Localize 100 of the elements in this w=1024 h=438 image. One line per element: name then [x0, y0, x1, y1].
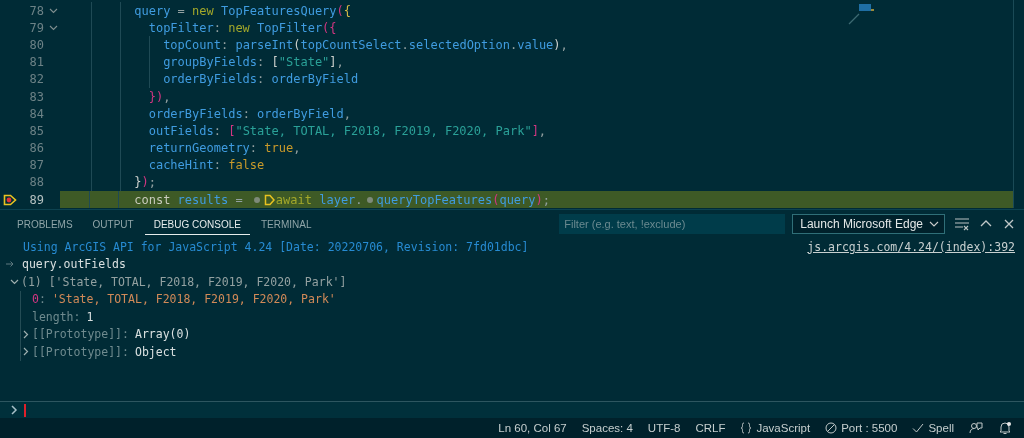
console-input-field[interactable] — [0, 401, 1024, 418]
code-token: groupByFields — [162, 55, 258, 70]
status-item[interactable]: Spaces: 4 — [581, 422, 633, 434]
code-token: orderByFields — [162, 72, 258, 87]
property-value: 1 — [86, 309, 94, 324]
code-token: new — [192, 3, 215, 18]
line-number: 80 — [28, 37, 44, 52]
console-message: Using ArcGIS API for JavaScript 4.24 [Date: 20220706, Revision: 7fd01dbc] — [23, 239, 530, 254]
code-token: "State, TOTAL, F2018, F2019, F2020, Park" — [235, 123, 532, 138]
code-token: = — [234, 192, 244, 207]
code-token: cacheHint — [147, 158, 214, 173]
panel-tab[interactable]: TERMINAL — [251, 213, 321, 235]
fold-chevron-icon[interactable] — [48, 24, 58, 31]
code-token: query — [133, 3, 171, 18]
code-token: : — [257, 72, 266, 87]
property-value: Array(0) — [134, 327, 191, 342]
code-token: results — [177, 192, 229, 207]
scrollbar[interactable] — [1013, 0, 1014, 208]
expand-chevron-icon[interactable] — [21, 347, 30, 357]
code-token: orderByField — [271, 72, 359, 87]
code-token: topCount — [162, 37, 221, 52]
launch-config-dropdown[interactable]: Launch Microsoft Edge — [792, 214, 945, 234]
language-mode-item[interactable]: JavaScript — [740, 422, 811, 434]
code-token: : — [213, 20, 222, 35]
line-number: 88 — [28, 175, 44, 190]
status-item[interactable]: Ln 60, Col 67 — [498, 422, 567, 434]
code-token: . — [510, 37, 518, 52]
line-number: 79 — [28, 20, 44, 35]
code-token: value — [517, 37, 554, 52]
code-token: await — [275, 192, 313, 207]
code-token: ) — [155, 89, 164, 104]
status-item[interactable]: CRLF — [695, 422, 726, 434]
code-token: : — [242, 106, 251, 121]
code-token: query — [499, 192, 536, 207]
code-token: , — [293, 141, 301, 156]
braces-icon — [740, 422, 753, 434]
clear-console-icon[interactable] — [954, 217, 970, 231]
panel-tab[interactable]: OUTPUT — [83, 213, 143, 235]
code-token: , — [560, 37, 568, 52]
code-token: ( — [336, 3, 344, 18]
code-token: : — [220, 37, 230, 52]
panel-tab[interactable]: DEBUG CONSOLE — [144, 213, 250, 235]
expand-chevron-icon[interactable] — [21, 329, 30, 339]
code-token: selectedOption — [408, 37, 510, 52]
colon: : — [122, 344, 129, 359]
code-token: ) — [535, 192, 543, 207]
line-number: 84 — [28, 106, 44, 121]
paused-breakpoint-icon[interactable] — [263, 193, 275, 206]
code-token: : — [257, 55, 266, 70]
code-token: : — [213, 158, 222, 173]
caret-icon — [929, 221, 939, 227]
source-link[interactable]: js.arcgis.com/4.24/(index):392 — [807, 239, 1015, 254]
code-token: true — [264, 141, 294, 156]
code-token: layer — [319, 192, 356, 207]
code-token: , — [163, 89, 171, 104]
no-entry-icon — [825, 422, 838, 434]
panel-tab[interactable]: PROBLEMS — [8, 213, 82, 235]
paused-breakpoint-icon — [3, 194, 17, 207]
property-key: [[Prototype]] — [32, 344, 122, 359]
code-token: , — [343, 106, 351, 121]
code-token: . — [355, 192, 363, 207]
line-number: 81 — [28, 55, 44, 70]
code-token: ) — [553, 37, 561, 52]
code-token: TopFilter — [257, 20, 323, 35]
feedback-icon[interactable] — [969, 421, 983, 435]
check-icon — [912, 422, 925, 434]
live-server-port-item[interactable]: Port : 5500 — [825, 422, 898, 434]
code-token: "State" — [278, 55, 330, 70]
filter-field[interactable]: Filter (e.g. text, !exclude) — [559, 214, 786, 234]
text-cursor — [24, 403, 26, 417]
code-token: ; — [148, 175, 156, 190]
code-token: ( — [293, 37, 301, 52]
line-number: 87 — [28, 158, 44, 173]
code-token: queryTopFeatures — [376, 192, 493, 207]
code-token: ] — [531, 123, 539, 138]
property-key: 0 — [32, 292, 39, 307]
property-key: length — [32, 309, 74, 324]
code-token: ( — [322, 20, 330, 35]
array-summary[interactable]: (1) ['State, TOTAL, F2018, F2019, F2020, Park'] — [21, 274, 347, 289]
expand-chevron-icon[interactable] — [10, 277, 19, 287]
line-number: 86 — [28, 141, 44, 156]
spell-check-item[interactable]: Spell — [912, 422, 954, 434]
code-token: outFields — [147, 123, 214, 138]
code-token: } — [133, 175, 142, 190]
code-token: { — [343, 3, 352, 18]
line-number: 89 — [28, 192, 44, 207]
console-input-echo: query.outFields — [22, 257, 126, 272]
status-item[interactable]: UTF-8 — [647, 422, 681, 434]
code-token: : — [249, 141, 259, 156]
prompt-chevron-icon — [10, 405, 18, 415]
bell-icon[interactable] — [998, 421, 1012, 435]
code-token: } — [147, 89, 156, 104]
code-token: : — [213, 123, 222, 138]
code-token: , — [336, 55, 344, 70]
close-icon[interactable] — [1002, 217, 1016, 231]
fold-chevron-icon[interactable] — [48, 7, 58, 14]
code-token: orderByFields — [147, 106, 243, 121]
code-token: returnGeometry — [147, 141, 250, 156]
code-token: TopFeaturesQuery — [220, 3, 337, 18]
line-number: 83 — [28, 89, 44, 104]
